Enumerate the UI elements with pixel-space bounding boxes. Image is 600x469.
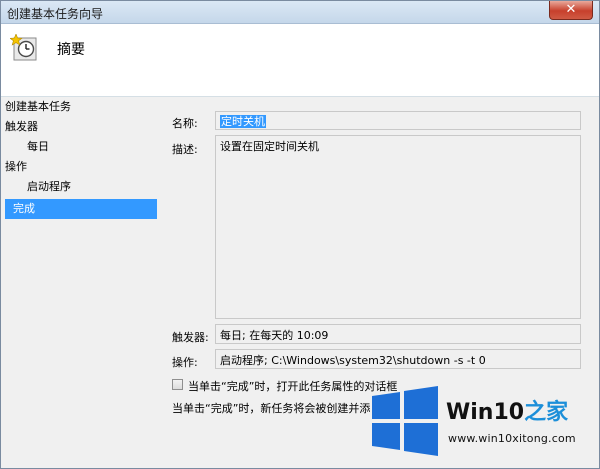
- close-button[interactable]: ✕: [549, 1, 593, 20]
- nav-item-action[interactable]: 操作: [5, 157, 157, 177]
- windows-logo-icon: [372, 386, 438, 456]
- trigger-value: 每日; 在每天的 10:09: [220, 329, 329, 342]
- description-label: 描述:: [172, 143, 198, 156]
- name-field[interactable]: 定时关机: [215, 111, 581, 130]
- nav-item-start-program[interactable]: 启动程序: [5, 177, 157, 197]
- open-properties-label[interactable]: 当单击“完成”时，打开此任务属性的对话框: [188, 378, 397, 394]
- watermark-brand-accent: 之家: [524, 400, 569, 425]
- task-clock-star-icon: [10, 34, 37, 61]
- page-title: 摘要: [57, 42, 85, 58]
- nav-item-finish[interactable]: 完成: [5, 199, 157, 219]
- wizard-window: 创建基本任务向导 ✕ 摘要 创建基本任务 触发器 每日 操作 启动程序 完成 名…: [0, 0, 600, 469]
- action-field[interactable]: 启动程序; C:\Windows\system32\shutdown -s -t…: [215, 349, 581, 369]
- nav-item-create-basic-task[interactable]: 创建基本任务: [5, 97, 157, 117]
- action-label: 操作:: [172, 356, 198, 369]
- trigger-field[interactable]: 每日; 在每天的 10:09: [215, 324, 581, 344]
- nav-item-daily[interactable]: 每日: [5, 137, 157, 157]
- title-bar[interactable]: 创建基本任务向导 ✕: [1, 1, 599, 24]
- name-value: 定时关机: [220, 115, 266, 128]
- description-field[interactable]: 设置在固定时间关机: [215, 135, 581, 319]
- open-properties-checkbox[interactable]: [172, 379, 183, 390]
- finish-info-text: 当单击“完成”时，新任务将会被创建并添: [172, 402, 371, 415]
- nav-item-trigger[interactable]: 触发器: [5, 117, 157, 137]
- description-value: 设置在固定时间关机: [220, 140, 319, 153]
- watermark-brand-main: Win10: [446, 400, 525, 425]
- wizard-header: 摘要: [1, 24, 599, 97]
- action-value: 启动程序; C:\Windows\system32\shutdown -s -t…: [220, 354, 486, 367]
- close-icon: ✕: [565, 2, 577, 17]
- watermark-url: www.win10xitong.com: [448, 432, 576, 445]
- window-title: 创建基本任务向导: [7, 7, 104, 21]
- watermark-logo: Win10之家 www.win10xitong.com: [370, 384, 596, 460]
- wizard-nav: 创建基本任务 触发器 每日 操作 启动程序 完成: [1, 97, 161, 468]
- trigger-label: 触发器:: [172, 331, 209, 344]
- name-label: 名称:: [172, 117, 198, 130]
- watermark-brand: Win10之家: [446, 394, 568, 426]
